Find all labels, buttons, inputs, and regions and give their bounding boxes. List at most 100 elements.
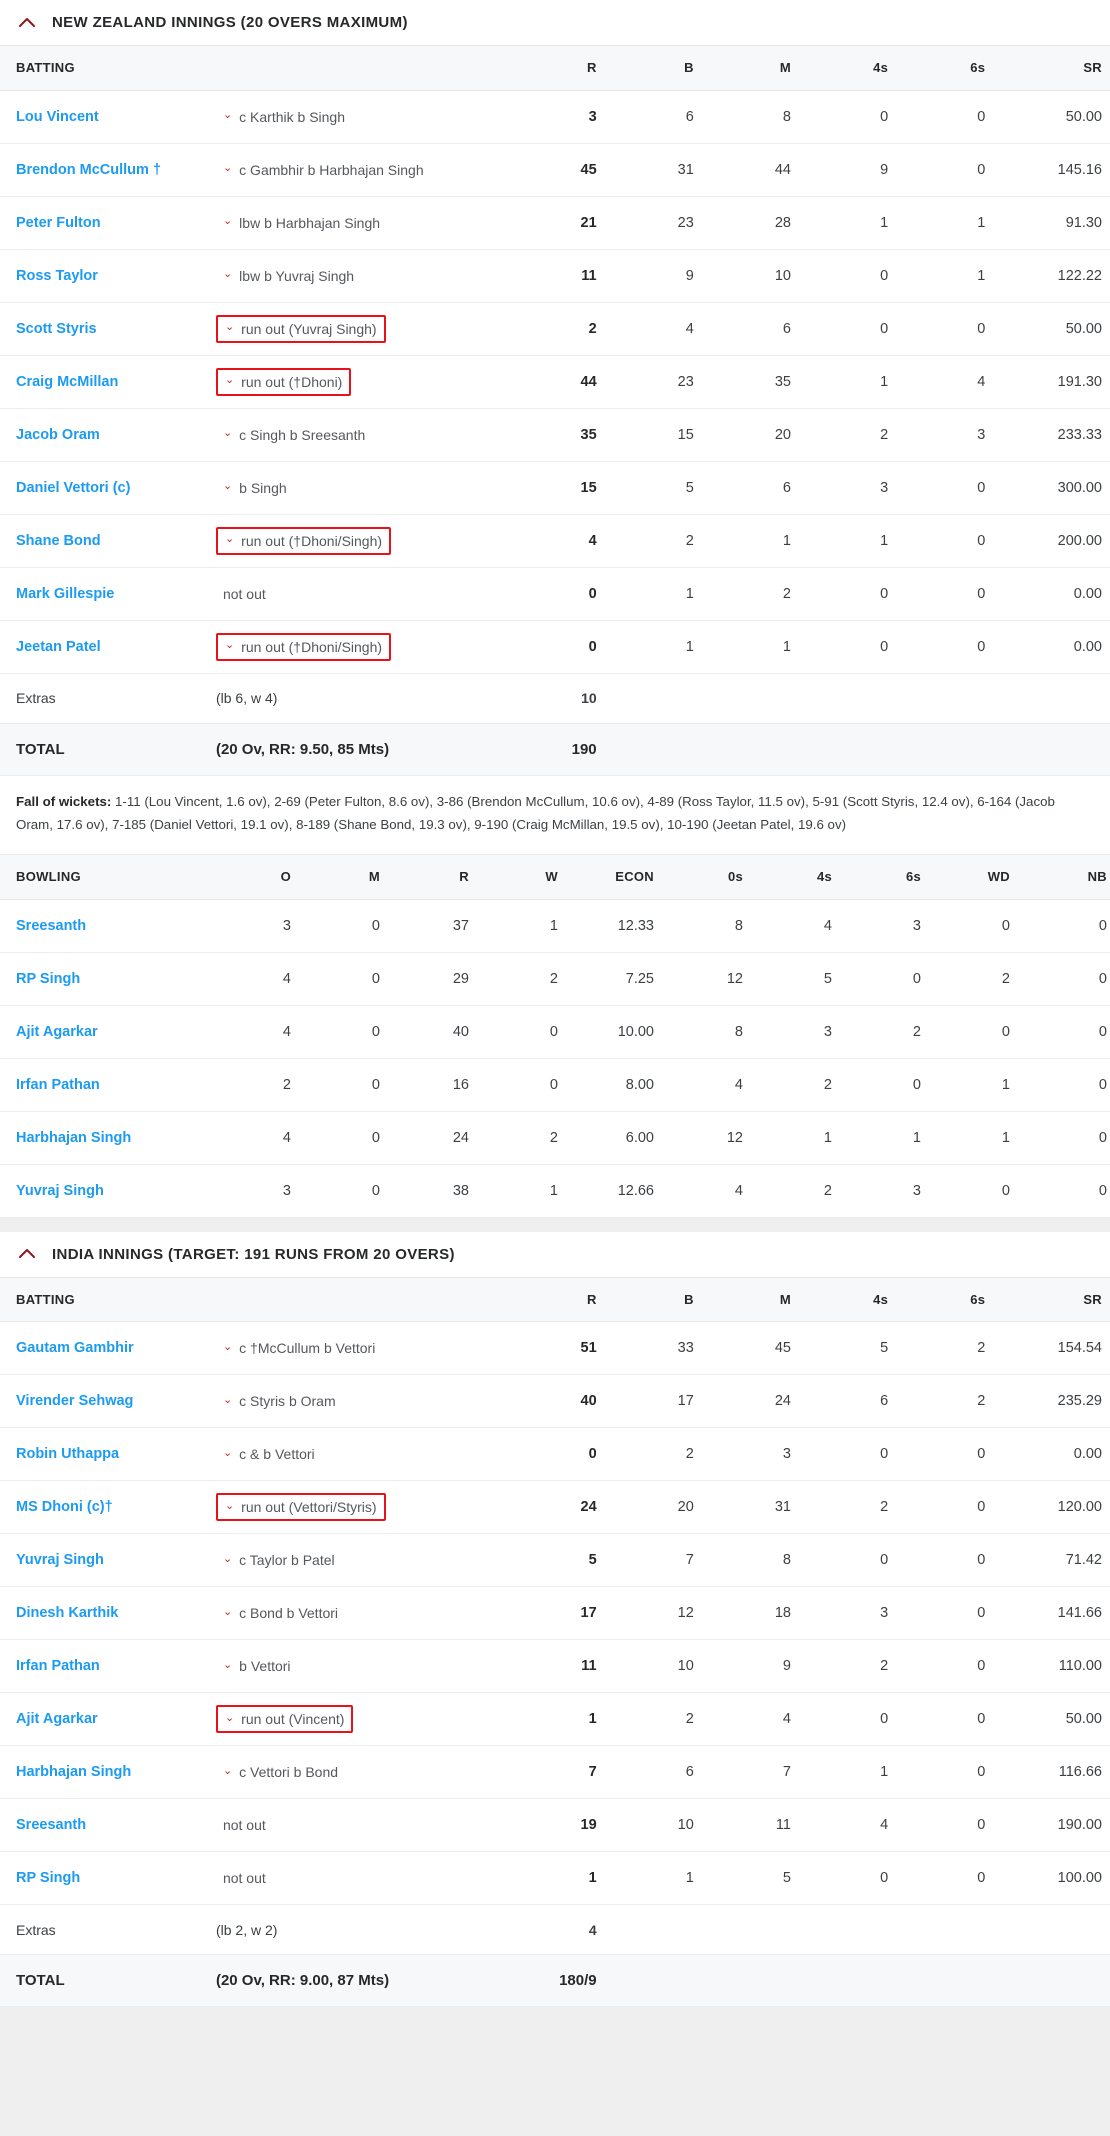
innings-header-new-zealand[interactable]: NEW ZEALAND INNINGS (20 OVERS MAXIMUM) <box>0 0 1110 46</box>
dismissal-text: run out (Vincent) <box>241 1711 345 1728</box>
wides-cell: 2 <box>929 952 1018 1006</box>
batter-link[interactable]: Peter Fulton <box>16 215 101 231</box>
batter-name-cell: MS Dhoni (c)† <box>0 1480 216 1535</box>
caret-down-icon[interactable]: ⌄ <box>225 1712 234 1724</box>
batter-link[interactable]: Ross Taylor <box>16 268 98 284</box>
dismissal-cell: ⌄ c Taylor b Patel <box>215 1533 503 1588</box>
chevron-up-icon[interactable] <box>16 1243 38 1265</box>
bowler-name-cell: Sreesanth <box>0 899 210 953</box>
chevron-up-icon[interactable] <box>16 12 38 34</box>
runs-cell: 15 <box>502 461 605 515</box>
bowler-link[interactable]: Sreesanth <box>16 918 86 934</box>
col-sixes: 6s <box>896 1277 994 1323</box>
dismissal-text: run out (Yuvraj Singh) <box>241 320 377 337</box>
strike-rate-cell: 200.00 <box>993 514 1110 568</box>
batting-body-new-zealand: Lou Vincent ⌄ c Karthik b Singh 3 6 8 0 0 50.00 B… <box>0 90 1110 674</box>
batter-link[interactable]: Brendon McCullum † <box>16 162 161 178</box>
caret-down-icon[interactable]: ⌄ <box>223 1553 232 1565</box>
balls-cell: 17 <box>604 1374 702 1429</box>
caret-down-icon[interactable]: ⌄ <box>225 375 234 386</box>
strike-rate-cell: 50.00 <box>993 302 1110 356</box>
batter-link[interactable]: Harbhajan Singh <box>16 1764 131 1780</box>
batter-link[interactable]: Shane Bond <box>16 533 101 549</box>
empty-cell <box>896 1904 994 1956</box>
table-row: Irfan Pathan ⌄ b Vettori 11 10 9 2 0 110.00 <box>0 1639 1110 1694</box>
caret-down-icon[interactable]: ⌄ <box>223 1659 232 1671</box>
batter-name-cell: Ross Taylor <box>0 249 216 303</box>
empty-cell <box>604 1904 702 1956</box>
minutes-cell: 8 <box>701 90 799 144</box>
dismissal-cell: ⌄ c Bond b Vettori <box>215 1586 503 1641</box>
noballs-cell: 0 <box>1018 1111 1110 1165</box>
caret-down-icon[interactable]: ⌄ <box>223 163 232 174</box>
caret-down-icon[interactable]: ⌄ <box>223 1447 232 1459</box>
fall-of-wickets-text: 1-11 (Lou Vincent, 1.6 ov), 2-69 (Peter … <box>16 793 1055 832</box>
batter-link[interactable]: RP Singh <box>16 1870 80 1886</box>
caret-down-icon[interactable]: ⌄ <box>223 1606 232 1618</box>
batting-body-india: Gautam Gambhir ⌄ c †McCullum b Vettori 51 33… <box>0 1321 1110 1906</box>
caret-down-icon[interactable]: ⌄ <box>223 216 232 227</box>
empty-cell <box>604 673 702 724</box>
dismissal-text: run out (†Dhoni/Singh) <box>241 638 383 655</box>
batter-name-cell: Jeetan Patel <box>0 620 216 674</box>
caret-down-icon[interactable]: ⌄ <box>223 1394 232 1406</box>
batter-link[interactable]: Gautam Gambhir <box>16 1340 134 1356</box>
batter-link[interactable]: Jeetan Patel <box>16 639 101 655</box>
caret-down-icon[interactable]: ⌄ <box>223 481 232 492</box>
dismissal-cell: ⌄ run out (Yuvraj Singh) <box>215 302 503 356</box>
batter-link[interactable]: Virender Sehwag <box>16 1393 133 1409</box>
empty-cell <box>798 723 897 776</box>
batter-link[interactable]: MS Dhoni (c)† <box>16 1499 113 1515</box>
fours-cell: 1 <box>798 1745 897 1800</box>
wides-cell: 0 <box>929 899 1018 953</box>
balls-cell: 5 <box>604 461 702 515</box>
bowler-link[interactable]: Harbhajan Singh <box>16 1130 131 1146</box>
batter-link[interactable]: Craig McMillan <box>16 374 118 390</box>
caret-down-icon[interactable]: ⌄ <box>225 640 234 651</box>
batter-link[interactable]: Robin Uthappa <box>16 1446 119 1462</box>
batter-name-cell: Craig McMillan <box>0 355 216 409</box>
caret-down-icon[interactable]: ⌄ <box>225 1500 234 1512</box>
caret-down-icon[interactable]: ⌄ <box>223 1341 232 1353</box>
batting-table-india: BATTING R B M 4s 6s SR Gautam Gambhir ⌄ c … <box>0 1277 1110 2008</box>
batter-link[interactable]: Mark Gillespie <box>16 586 114 602</box>
bowler-link[interactable]: Ajit Agarkar <box>16 1024 98 1040</box>
strike-rate-cell: 120.00 <box>993 1480 1110 1535</box>
batter-link[interactable]: Sreesanth <box>16 1817 86 1833</box>
dismissal-text: c †McCullum b Vettori <box>239 1340 376 1357</box>
batter-link[interactable]: Daniel Vettori (c) <box>16 480 130 496</box>
caret-down-icon[interactable]: ⌄ <box>223 110 232 121</box>
balls-cell: 1 <box>604 567 702 621</box>
balls-cell: 2 <box>604 1692 702 1747</box>
maidens-cell: 0 <box>299 952 388 1006</box>
caret-down-icon[interactable]: ⌄ <box>225 322 234 333</box>
sixes-cell: 0 <box>896 1798 994 1853</box>
batter-link[interactable]: Lou Vincent <box>16 109 99 125</box>
caret-down-icon[interactable]: ⌄ <box>223 428 232 439</box>
batter-link[interactable]: Scott Styris <box>16 321 97 337</box>
batter-link[interactable]: Ajit Agarkar <box>16 1711 98 1727</box>
bowler-link[interactable]: Yuvraj Singh <box>16 1183 104 1199</box>
innings-header-india[interactable]: INDIA INNINGS (TARGET: 191 RUNS FROM 20 … <box>0 1231 1110 1278</box>
dismissal-text: b Singh <box>239 479 287 496</box>
sixes-conceded-cell: 2 <box>840 1005 929 1059</box>
batter-link[interactable]: Yuvraj Singh <box>16 1552 104 1568</box>
caret-down-icon[interactable]: ⌄ <box>223 1765 232 1777</box>
batter-link[interactable]: Irfan Pathan <box>16 1658 100 1674</box>
bowler-link[interactable]: Irfan Pathan <box>16 1077 100 1093</box>
total-row-detail: (20 Ov, RR: 9.50, 85 Mts) <box>215 723 503 776</box>
dots-cell: 12 <box>662 1111 751 1165</box>
caret-down-icon[interactable]: ⌄ <box>223 269 232 280</box>
sixes-cell: 0 <box>896 1586 994 1641</box>
batter-name-cell: Irfan Pathan <box>0 1639 216 1694</box>
batter-link[interactable]: Dinesh Karthik <box>16 1605 118 1621</box>
batter-name-cell: Brendon McCullum † <box>0 143 216 197</box>
strike-rate-cell: 116.66 <box>993 1745 1110 1800</box>
runs-cell: 11 <box>502 1639 605 1694</box>
dismissal-text: not out <box>222 1870 266 1887</box>
caret-down-icon[interactable]: ⌄ <box>225 534 234 545</box>
bowler-link[interactable]: RP Singh <box>16 971 80 987</box>
batter-link[interactable]: Jacob Oram <box>16 427 100 443</box>
innings-section-new-zealand: NEW ZEALAND INNINGS (20 OVERS MAXIMUM) B… <box>0 0 1110 1218</box>
runs-cell: 4 <box>502 514 605 568</box>
